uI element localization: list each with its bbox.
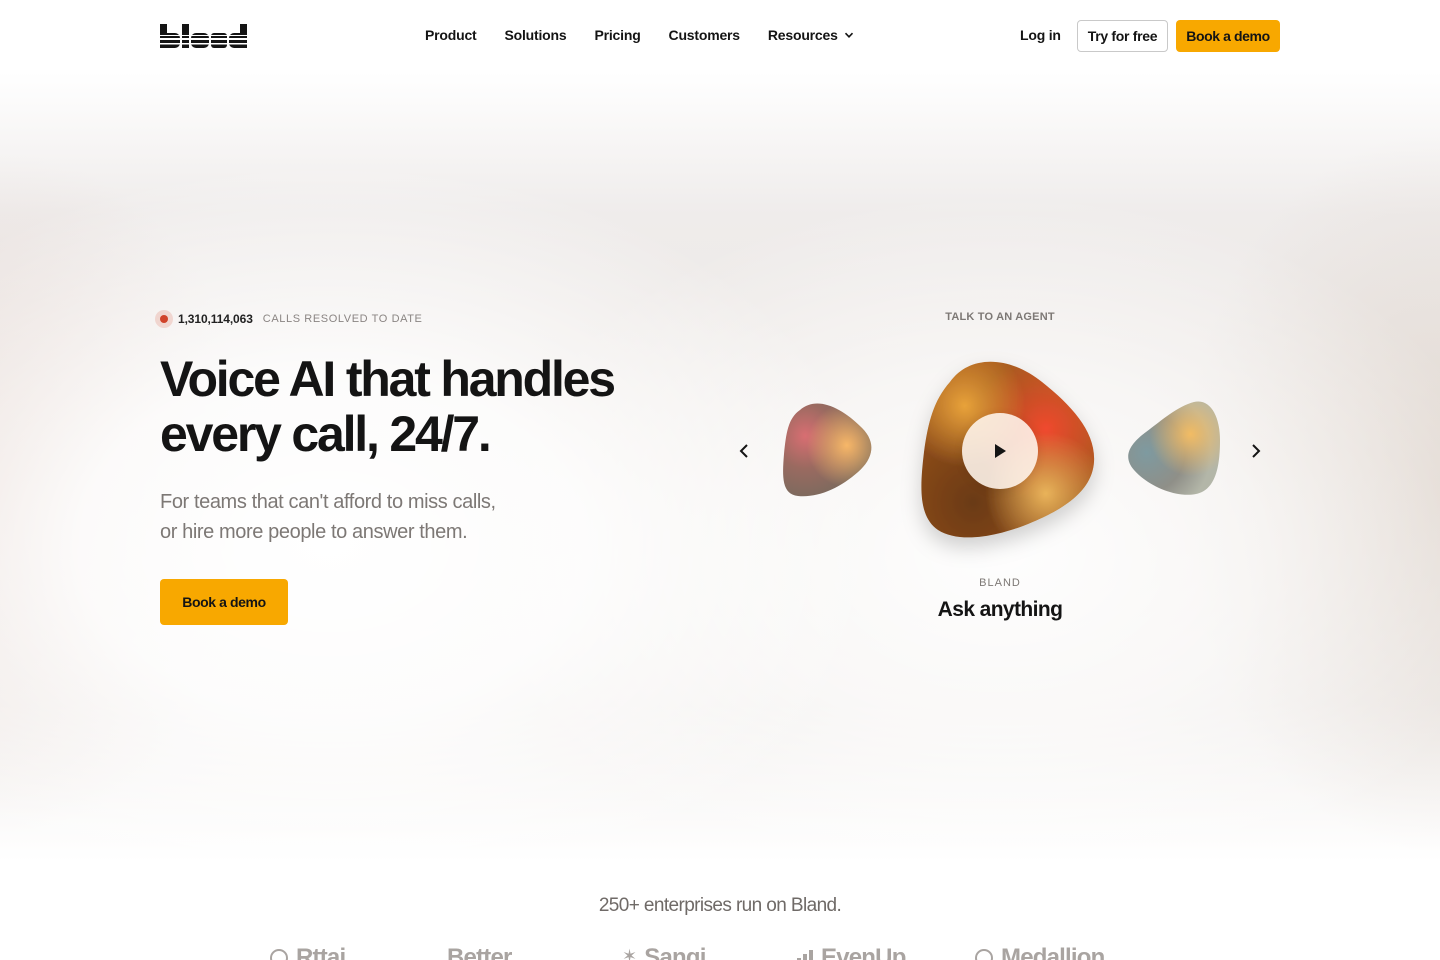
- counter-label: CALLS RESOLVED TO DATE: [262, 313, 423, 325]
- globe-icon: [975, 949, 993, 960]
- agent-name: BLAND: [979, 577, 1021, 589]
- talk-to-agent-label: TALK TO AN AGENT: [945, 311, 1055, 323]
- agent-avatar-prev[interactable]: [778, 398, 878, 502]
- agent-tagline: Ask anything: [937, 598, 1063, 621]
- customer-logo-1: Rttai: [270, 944, 346, 960]
- hero-subhead: For teams that can't afford to miss call…: [160, 487, 620, 547]
- hero-book-demo-button[interactable]: Book a demo: [160, 579, 288, 625]
- nav-book-demo-button[interactable]: Book a demo: [1176, 20, 1280, 52]
- chevron-left-icon[interactable]: [732, 439, 756, 463]
- hero-background: [0, 72, 1440, 862]
- hero-headline: Voice AI that handles every call, 24/7.: [160, 351, 616, 462]
- bland-logo[interactable]: bland: [160, 24, 250, 48]
- agent-avatar-next[interactable]: [1124, 396, 1224, 500]
- nav-customers[interactable]: Customers: [669, 27, 741, 43]
- chevron-down-icon: [844, 32, 853, 38]
- nav-resources[interactable]: Resources: [768, 27, 854, 43]
- customer-logo-2: Better: [447, 944, 512, 960]
- live-dot-icon: [155, 310, 173, 328]
- nav-pricing[interactable]: Pricing: [594, 27, 640, 43]
- customer-logos: Rttai Better ✶ Sangi EvenUp Medallion: [0, 944, 1440, 960]
- login-link[interactable]: Log in: [1020, 27, 1061, 43]
- enterprises-heading: 250+ enterprises run on Bland.: [598, 895, 842, 916]
- customer-logo-4: EvenUp: [797, 944, 906, 960]
- subhead-line-2: or hire more people to answer them.: [160, 521, 468, 543]
- customer-logo-3: ✶ Sangi: [622, 944, 706, 960]
- try-free-button[interactable]: Try for free: [1077, 20, 1168, 52]
- counter-value: 1,310,114,063: [178, 312, 253, 326]
- play-icon: [995, 444, 1006, 458]
- nav-solutions[interactable]: Solutions: [505, 27, 567, 43]
- customer-logo-mark-icon: [270, 949, 288, 960]
- star-icon: ✶: [622, 946, 637, 960]
- top-nav: bland Product Solutions Pricing Customer…: [0, 0, 1440, 72]
- chevron-right-icon[interactable]: [1244, 439, 1268, 463]
- subhead-line-1: For teams that can't afford to miss call…: [160, 491, 496, 513]
- calls-counter: 1,310,114,063 CALLS RESOLVED TO DATE: [155, 310, 423, 328]
- main-menu: Product Solutions Pricing Customers Reso…: [425, 27, 854, 43]
- play-button[interactable]: [962, 413, 1038, 489]
- nav-product[interactable]: Product: [425, 27, 477, 43]
- customer-logo-5: Medallion: [975, 944, 1105, 960]
- bar-chart-icon: [797, 950, 813, 960]
